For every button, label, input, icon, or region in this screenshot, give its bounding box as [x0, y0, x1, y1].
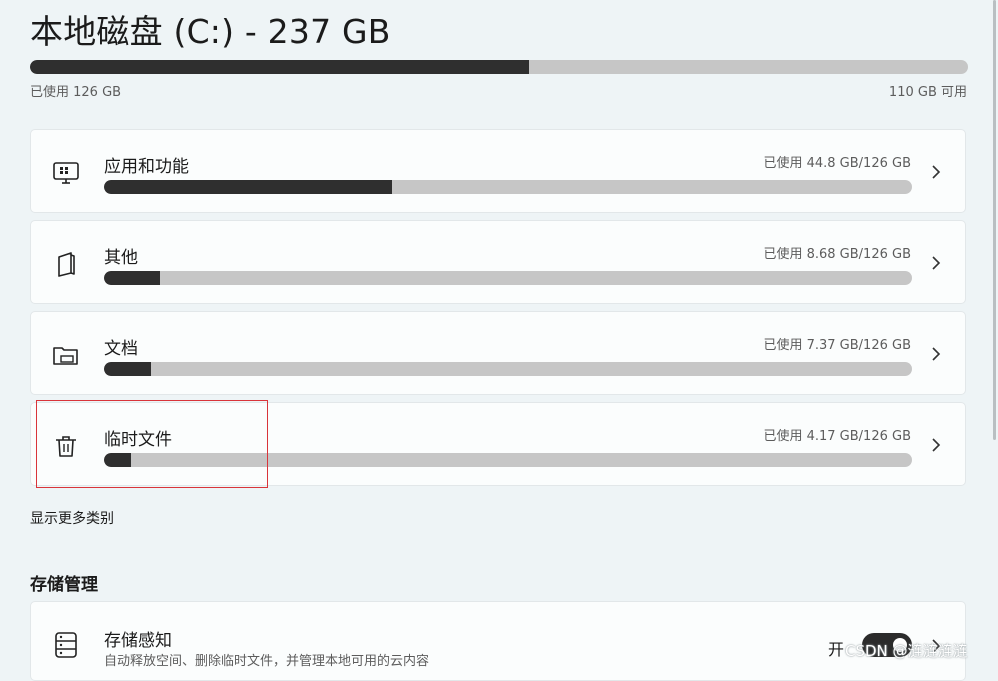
- category-usage-fill: [104, 180, 392, 194]
- chevron-right-icon: [932, 256, 941, 270]
- category-usage-bar: [104, 180, 912, 194]
- storage-sense-state: 开: [828, 640, 845, 659]
- storage-sense-label: 存储感知: [104, 631, 172, 651]
- category-usage: 已使用 7.37 GB/126 GB: [763, 338, 911, 353]
- storage-drive-icon: [55, 632, 77, 658]
- folder-icon: [53, 347, 78, 365]
- other-icon: [58, 252, 75, 277]
- category-card-apps[interactable]: 应用和功能 已使用 44.8 GB/126 GB: [30, 129, 966, 213]
- chevron-right-icon: [932, 347, 941, 361]
- watermark: CSDN @涟涟涟涟: [845, 642, 968, 660]
- category-usage-fill: [104, 271, 160, 285]
- category-label: 应用和功能: [104, 157, 189, 177]
- chevron-right-icon: [932, 165, 941, 179]
- category-card-other[interactable]: 其他 已使用 8.68 GB/126 GB: [30, 220, 966, 304]
- category-card-documents[interactable]: 文档 已使用 7.37 GB/126 GB: [30, 311, 966, 395]
- category-usage-fill: [104, 362, 151, 376]
- category-usage: 已使用 8.68 GB/126 GB: [763, 247, 911, 262]
- chevron-right-icon: [932, 438, 941, 452]
- used-space-label: 已使用 126 GB: [30, 85, 122, 100]
- storage-management-heading: 存储管理: [30, 575, 98, 595]
- category-usage-bar: [104, 362, 912, 376]
- page-title: 本地磁盘 (C:) - 237 GB: [30, 12, 391, 51]
- free-space-label: 110 GB 可用: [888, 85, 967, 100]
- category-label: 文档: [104, 339, 138, 359]
- category-usage: 已使用 4.17 GB/126 GB: [763, 429, 911, 444]
- scrollbar[interactable]: [993, 0, 996, 440]
- disk-usage-fill: [30, 60, 530, 74]
- show-more-categories-link[interactable]: 显示更多类别: [30, 508, 114, 528]
- highlight-box: [36, 400, 268, 488]
- category-usage-bar: [104, 271, 912, 285]
- apps-icon: [53, 162, 79, 184]
- storage-sense-card[interactable]: 存储感知 自动释放空间、删除临时文件，并管理本地可用的云内容 开: [30, 601, 966, 681]
- category-usage: 已使用 44.8 GB/126 GB: [763, 156, 911, 171]
- storage-sense-description: 自动释放空间、删除临时文件，并管理本地可用的云内容: [104, 654, 430, 669]
- disk-usage-bar: [30, 60, 968, 74]
- category-label: 其他: [104, 248, 138, 268]
